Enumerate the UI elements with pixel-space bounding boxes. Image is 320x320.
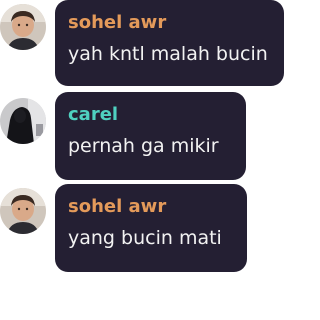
author-name[interactable]: carel xyxy=(68,104,234,126)
message-text: yang bucin mati xyxy=(68,227,222,249)
message-text: pernah ga mikir xyxy=(68,135,219,157)
avatar-sohel-awr[interactable] xyxy=(0,4,46,50)
author-name[interactable]: sohel awr xyxy=(68,196,235,218)
user-photo-icon xyxy=(0,4,46,50)
avatar-carel[interactable] xyxy=(0,98,46,144)
chat-message-list: sohel awr yah kntl malah bucin carel per… xyxy=(0,0,296,320)
message-bubble[interactable]: carel pernah ga mikir xyxy=(55,92,246,180)
message-bubble[interactable]: sohel awr yah kntl malah bucin xyxy=(55,0,284,86)
avatar-sohel-awr[interactable] xyxy=(0,188,46,234)
dark-photo-icon xyxy=(0,98,46,144)
message-bubble[interactable]: sohel awr yang bucin mati xyxy=(55,184,247,272)
author-name[interactable]: sohel awr xyxy=(68,12,272,34)
message-text: yah kntl malah bucin xyxy=(68,43,268,65)
user-photo-icon xyxy=(0,188,46,234)
